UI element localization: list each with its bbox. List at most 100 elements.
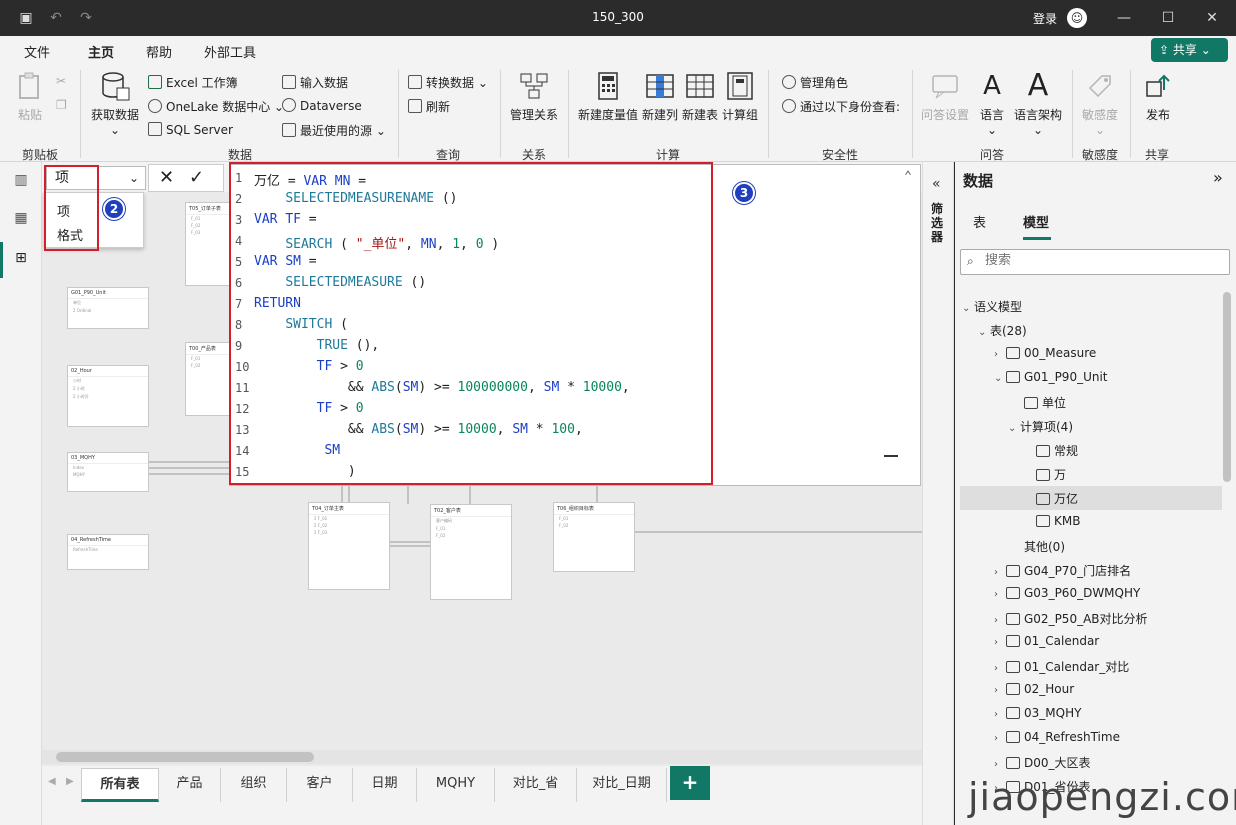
chevron-right-icon[interactable]: › bbox=[994, 709, 1006, 720]
tab-all-tables[interactable]: 所有表 bbox=[81, 768, 159, 802]
tab-next-icon[interactable]: ▶ bbox=[66, 776, 74, 787]
chevron-down-icon[interactable]: ⌄ bbox=[978, 327, 990, 338]
collapse-right-icon[interactable]: » bbox=[1213, 168, 1223, 187]
tab-product[interactable]: 产品 bbox=[159, 768, 221, 802]
model-view-icon[interactable]: ⊞ bbox=[11, 250, 31, 270]
tab-compare-province[interactable]: 对比_省 bbox=[495, 768, 577, 802]
tree-item[interactable]: › G02_P50_AB对比分析 bbox=[994, 610, 1148, 627]
tree-item[interactable]: ⌄ 语义模型 bbox=[962, 298, 1022, 315]
view-as-button[interactable]: 通过以下身份查看: bbox=[782, 98, 900, 115]
tree-item[interactable]: ⌄ 计算项(4) bbox=[1008, 418, 1073, 435]
chevron-right-icon[interactable]: › bbox=[994, 759, 1006, 770]
cut-icon[interactable]: ✂ bbox=[56, 74, 66, 88]
tab-prev-icon[interactable]: ◀ bbox=[48, 776, 56, 787]
qa-setup-button[interactable]: 问答设置 bbox=[918, 70, 972, 123]
excel-button[interactable]: Excel 工作簿 bbox=[148, 74, 238, 91]
tab-customer[interactable]: 客户 bbox=[287, 768, 353, 802]
data-tab-tables[interactable]: 表 bbox=[973, 212, 986, 231]
chevron-right-icon[interactable]: › bbox=[994, 637, 1006, 648]
collapse-editor-icon[interactable]: ⌃ bbox=[904, 169, 912, 184]
menu-home[interactable]: 主页 bbox=[88, 42, 115, 67]
maximize-icon[interactable]: ☐ bbox=[1158, 8, 1178, 28]
new-column-button[interactable]: 新建列 bbox=[640, 70, 680, 123]
chevron-down-icon[interactable]: ⌄ bbox=[1008, 423, 1020, 434]
minimize-icon[interactable]: — bbox=[1114, 8, 1134, 28]
tree-item[interactable]: 万 bbox=[1036, 466, 1066, 483]
close-icon[interactable]: ✕ bbox=[1202, 8, 1222, 28]
onelake-button[interactable]: OneLake 数据中心 ⌄ bbox=[148, 98, 284, 115]
menu-help[interactable]: 帮助 bbox=[146, 42, 172, 61]
chevron-right-icon[interactable]: › bbox=[994, 733, 1006, 744]
paste-button[interactable]: 粘贴 bbox=[12, 70, 48, 123]
add-tab-button[interactable]: + bbox=[670, 766, 710, 800]
copy-icon[interactable]: ❐ bbox=[56, 98, 67, 112]
table-view-icon[interactable]: ▦ bbox=[11, 210, 31, 230]
tree-item[interactable]: › 02_Hour bbox=[994, 682, 1074, 696]
linguistic-schema-button[interactable]: A 语言架构 ⌄ bbox=[1012, 70, 1064, 138]
search-input[interactable] bbox=[985, 253, 1215, 268]
sensitivity-button[interactable]: 敏感度 ⌄ bbox=[1078, 70, 1122, 137]
login-link[interactable]: 登录 bbox=[1033, 10, 1057, 27]
recent-sources-button[interactable]: 最近使用的源 ⌄ bbox=[282, 122, 386, 139]
tab-compare-date[interactable]: 对比_日期 bbox=[577, 768, 667, 802]
chevron-right-icon[interactable]: › bbox=[994, 685, 1006, 696]
data-pane-scrollbar[interactable] bbox=[1223, 292, 1231, 482]
new-measure-button[interactable]: 新建度量值 bbox=[576, 70, 640, 123]
get-data-button[interactable]: 获取数据 ⌄ bbox=[88, 70, 142, 137]
user-avatar-icon[interactable]: ☺ bbox=[1067, 8, 1087, 28]
chevron-right-icon[interactable]: › bbox=[994, 349, 1006, 360]
calc-group-button[interactable]: 计算组 bbox=[720, 70, 760, 123]
tree-item[interactable]: › 00_Measure bbox=[994, 346, 1096, 360]
tab-mqhy[interactable]: MQHY bbox=[417, 768, 495, 802]
data-tab-model[interactable]: 模型 bbox=[1023, 212, 1049, 231]
chevron-down-icon[interactable]: ⌄ bbox=[994, 373, 1006, 384]
manage-relations-button[interactable]: 管理关系 bbox=[508, 70, 560, 123]
tree-item[interactable]: 其他(0) bbox=[1024, 538, 1065, 555]
canvas-horizontal-scrollbar[interactable] bbox=[42, 750, 922, 764]
new-table-button[interactable]: 新建表 bbox=[680, 70, 720, 123]
publish-button[interactable]: 发布 bbox=[1138, 70, 1178, 123]
commit-formula-icon[interactable]: ✓ bbox=[189, 167, 204, 188]
sql-server-button[interactable]: SQL Server bbox=[148, 122, 233, 137]
tree-item[interactable]: › G03_P60_DWMQHY bbox=[994, 586, 1140, 600]
filter-pane-collapsed[interactable]: « 筛选器 bbox=[922, 162, 954, 825]
chevron-right-icon[interactable]: › bbox=[994, 589, 1006, 600]
tree-item[interactable]: 常规 bbox=[1036, 442, 1078, 459]
tree-item[interactable]: 万亿 bbox=[1036, 490, 1078, 507]
refresh-button[interactable]: 刷新 bbox=[408, 98, 450, 115]
enter-data-button[interactable]: 输入数据 bbox=[282, 74, 348, 91]
language-button[interactable]: A 语言 ⌄ bbox=[974, 70, 1010, 137]
chevron-right-icon[interactable]: › bbox=[994, 615, 1006, 626]
manage-roles-button[interactable]: 管理角色 bbox=[782, 74, 848, 91]
menu-file[interactable]: 文件 bbox=[24, 42, 50, 61]
dataverse-button[interactable]: Dataverse bbox=[282, 98, 362, 113]
tree-item[interactable]: 单位 bbox=[1024, 394, 1066, 411]
tree-item[interactable]: ⌄ G01_P90_Unit bbox=[994, 370, 1108, 384]
report-view-icon[interactable]: ▥ bbox=[11, 172, 31, 192]
tree-item[interactable]: › G04_P70_门店排名 bbox=[994, 562, 1131, 579]
chevron-right-icon[interactable]: › bbox=[994, 663, 1006, 674]
tree-item[interactable]: KMB bbox=[1036, 514, 1080, 528]
cancel-formula-icon[interactable]: ✕ bbox=[159, 167, 174, 188]
badge-2: 2 bbox=[103, 198, 125, 220]
menu-external-tools[interactable]: 外部工具 bbox=[204, 42, 256, 61]
tree-item[interactable]: › 04_RefreshTime bbox=[994, 730, 1120, 744]
dataverse-label: Dataverse bbox=[300, 99, 362, 113]
chevron-down-icon[interactable]: ⌄ bbox=[962, 303, 974, 314]
calc-group-label-text: 计算 bbox=[656, 148, 681, 162]
tree-item[interactable]: ⌄ 表(28) bbox=[978, 322, 1027, 339]
tree-item[interactable]: › 01_Calendar bbox=[994, 634, 1099, 648]
expand-left-icon[interactable]: « bbox=[932, 176, 941, 192]
tree-item[interactable]: › 01_Calendar_对比 bbox=[994, 658, 1129, 675]
tree-item[interactable]: › 03_MQHY bbox=[994, 706, 1081, 720]
share-button[interactable]: ⇪ 共享 ⌄ bbox=[1151, 38, 1228, 62]
tree-item[interactable]: › D00_大区表 bbox=[994, 754, 1091, 771]
data-pane-title: 数据 bbox=[963, 172, 994, 190]
transform-data-button[interactable]: 转换数据 ⌄ bbox=[408, 74, 488, 91]
search-box[interactable]: ⌕ bbox=[960, 249, 1230, 275]
tab-date[interactable]: 日期 bbox=[353, 768, 417, 802]
get-data-label: 获取数据 bbox=[90, 108, 139, 122]
chevron-right-icon[interactable]: › bbox=[994, 567, 1006, 578]
scroll-thumb[interactable] bbox=[56, 752, 314, 762]
tab-org[interactable]: 组织 bbox=[221, 768, 287, 802]
